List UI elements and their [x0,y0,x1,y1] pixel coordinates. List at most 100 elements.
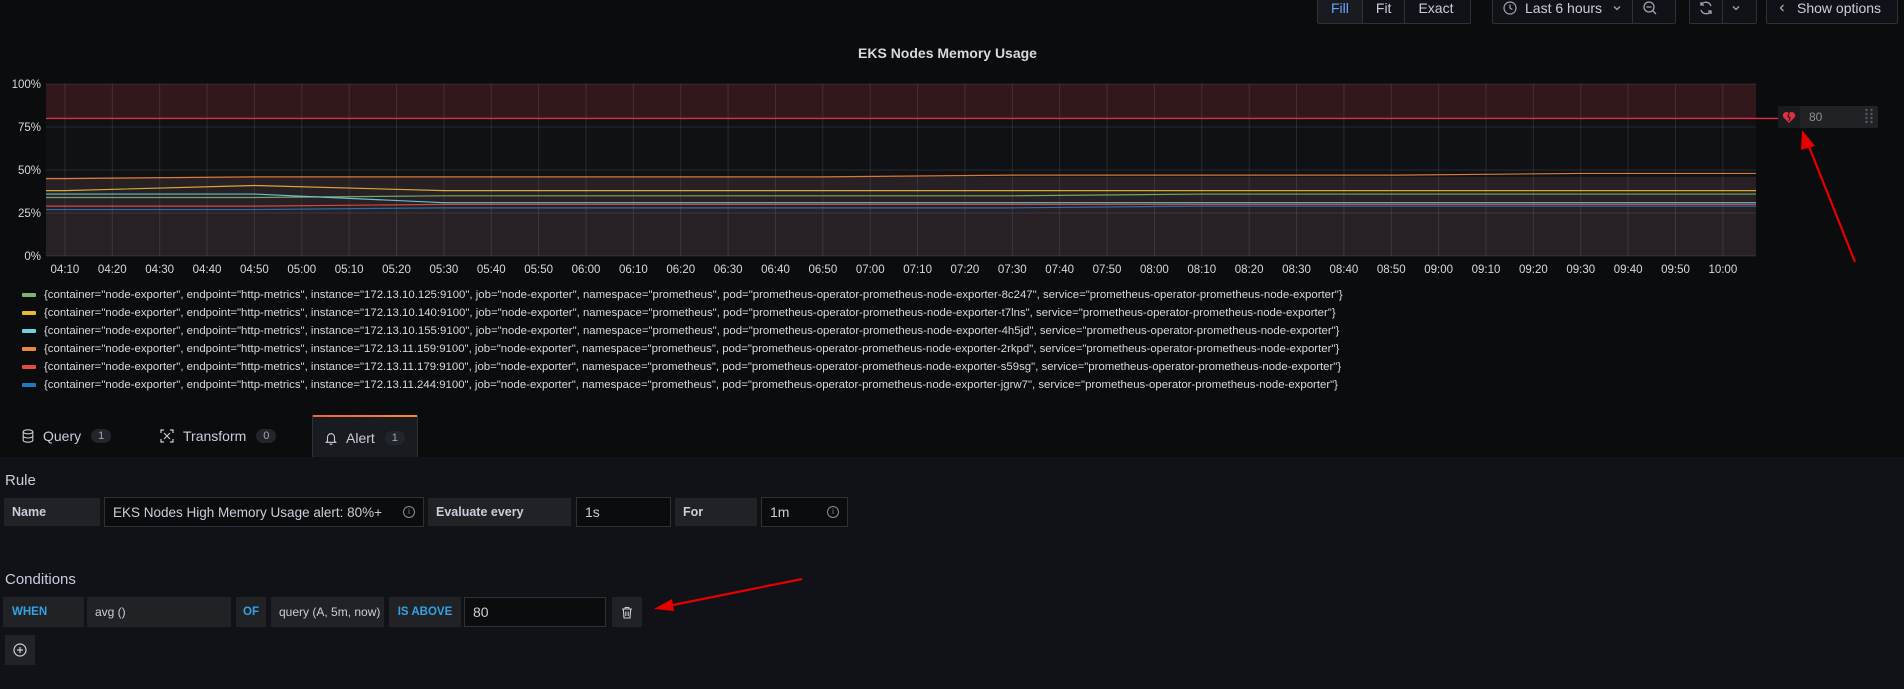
for-input[interactable]: 1m i [761,497,848,527]
x-tick-label: 07:40 [1045,264,1074,276]
legend-swatch [22,347,36,351]
series-area [46,176,1756,256]
x-tick-label: 06:10 [619,264,648,276]
legend-label: {container="node-exporter", endpoint="ht… [44,289,1343,301]
chevron-down-icon [1612,3,1622,13]
panel-title: EKS Nodes Memory Usage [858,45,1037,61]
legend-item[interactable]: {container="node-exporter", endpoint="ht… [22,322,1343,340]
evaluate-every-value: 1s [585,504,600,520]
legend-label: {container="node-exporter", endpoint="ht… [44,307,1336,319]
tab-alert[interactable]: Alert 1 [312,415,418,459]
zoom-mode-group: Fill Fit Exact [1317,0,1471,24]
legend-label: {container="node-exporter", endpoint="ht… [44,343,1340,355]
evaluate-every-label: Evaluate every [427,497,572,527]
bell-icon [325,431,337,445]
x-tick-label: 04:50 [240,264,269,276]
rule-section-title: Rule [5,472,36,489]
zoom-out-button[interactable] [1633,0,1667,23]
tab-transform-count: 0 [256,429,277,443]
x-tick-label: 05:40 [477,264,506,276]
fill-button[interactable]: Fill [1318,0,1363,23]
threshold-handle-value: 80 [1809,110,1823,124]
x-tick-label: 08:10 [1187,264,1216,276]
tab-transform-label: Transform [183,428,247,444]
x-tick-label: 04:30 [145,264,174,276]
plus-circle-icon [13,643,27,657]
show-options-label: Show options [1797,0,1882,16]
tab-query-count: 1 [91,429,112,443]
x-tick-label: 09:10 [1472,264,1501,276]
for-value: 1m [770,504,790,520]
refresh-icon [1698,0,1714,16]
legend-swatch [22,329,36,333]
tab-transform[interactable]: Transform 0 [148,415,288,457]
evaluator-select[interactable]: IS ABOVE [389,597,461,627]
info-icon: i [827,506,839,518]
alert-editor: Rule Name EKS Nodes High Memory Usage al… [0,457,1904,689]
x-tick-label: 08:00 [1140,264,1169,276]
query-select[interactable]: query (A, 5m, now) [271,597,384,627]
fit-button[interactable]: Fit [1363,0,1406,23]
threshold-handle[interactable]: 80 [1778,106,1878,128]
y-tick-label: 0% [24,251,41,263]
delete-condition-button[interactable] [612,597,642,627]
legend-item[interactable]: {container="node-exporter", endpoint="ht… [22,304,1343,322]
tab-alert-count: 1 [384,430,405,445]
refresh-interval-button[interactable] [1723,0,1749,23]
x-tick-label: 06:20 [666,264,695,276]
exact-button[interactable]: Exact [1405,0,1466,23]
legend-item[interactable]: {container="node-exporter", endpoint="ht… [22,286,1343,304]
x-tick-label: 07:20 [951,264,980,276]
trash-icon [621,606,633,619]
show-options-button[interactable]: Show options [1767,0,1891,23]
refresh-group [1689,0,1757,24]
legend-item[interactable]: {container="node-exporter", endpoint="ht… [22,358,1343,376]
zoom-out-icon [1642,0,1658,16]
reducer-select[interactable]: avg () [87,597,231,627]
x-tick-label: 05:10 [335,264,364,276]
y-tick-label: 50% [18,165,41,177]
tab-query[interactable]: Query 1 [10,415,123,457]
conditions-section-title: Conditions [5,571,76,588]
annotation-arrow [654,577,803,611]
x-tick-label: 07:30 [998,264,1027,276]
x-tick-label: 08:40 [1330,264,1359,276]
x-tick-label: 05:20 [382,264,411,276]
x-tick-label: 04:10 [51,264,80,276]
x-tick-label: 08:50 [1377,264,1406,276]
evaluate-every-input[interactable]: 1s [576,497,671,527]
legend-swatch [22,365,36,369]
legend-swatch [22,383,36,387]
when-keyword: WHEN [3,597,84,627]
add-condition-button[interactable] [5,635,35,665]
show-options-group: Show options [1766,0,1898,24]
x-tick-label: 09:30 [1566,264,1595,276]
x-tick-label: 06:00 [572,264,601,276]
rule-name-input[interactable]: EKS Nodes High Memory Usage alert: 80%+ … [104,497,424,527]
name-label: Name [3,497,101,527]
threshold-input[interactable]: 80 [464,597,606,627]
x-tick-label: 09:00 [1424,264,1453,276]
legend-label: {container="node-exporter", endpoint="ht… [44,361,1342,373]
x-tick-label: 06:40 [761,264,790,276]
drag-handle-icon [1864,107,1874,128]
alert-zone [46,84,1756,119]
legend-swatch [22,311,36,315]
x-tick-label: 04:20 [98,264,127,276]
x-tick-label: 04:40 [193,264,222,276]
x-tick-label: 05:00 [287,264,316,276]
legend-item[interactable]: {container="node-exporter", endpoint="ht… [22,340,1343,358]
chevron-down-icon [1731,3,1741,13]
tab-alert-label: Alert [346,429,375,446]
time-range-picker[interactable]: Last 6 hours [1492,0,1676,24]
graph-legend: {container="node-exporter", endpoint="ht… [22,286,1343,394]
time-range-button[interactable]: Last 6 hours [1493,0,1634,23]
refresh-button[interactable] [1690,0,1723,23]
clock-icon [1503,1,1517,15]
annotation-arrow [1801,130,1857,263]
info-icon: i [403,506,415,518]
x-tick-label: 09:20 [1519,264,1548,276]
legend-item[interactable]: {container="node-exporter", endpoint="ht… [22,376,1343,394]
tab-query-label: Query [43,428,82,444]
y-tick-label: 25% [18,208,41,220]
